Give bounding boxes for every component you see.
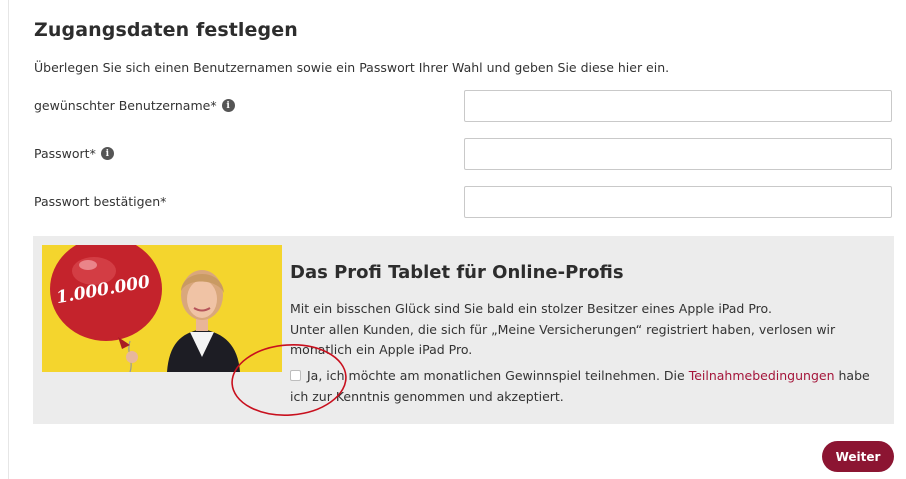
- consent-checkbox[interactable]: [290, 370, 301, 381]
- username-label-row: gewünschter Benutzername* i: [34, 98, 235, 113]
- page-title: Zugangsdaten festlegen: [34, 19, 298, 41]
- page-intro: Überlegen Sie sich einen Benutzernamen s…: [34, 60, 670, 75]
- password-label-row: Passwort* i: [34, 146, 114, 161]
- consent-row: Ja, ich möchte am monatlichen Gewinnspie…: [290, 365, 880, 407]
- confirm-password-label: Passwort bestätigen*: [34, 194, 167, 209]
- promo-box: 1.000.000 Das Profi Tablet für Online-Pr…: [33, 236, 894, 424]
- promo-image: 1.000.000: [42, 245, 282, 372]
- confirm-password-label-row: Passwort bestätigen*: [34, 194, 166, 209]
- next-button[interactable]: Weiter: [822, 441, 894, 472]
- info-icon[interactable]: i: [100, 147, 114, 160]
- page-left-border: [8, 0, 9, 479]
- consent-text-before: Ja, ich möchte am monatlichen Gewinnspie…: [306, 368, 689, 383]
- username-input[interactable]: [464, 90, 892, 122]
- confirm-password-input[interactable]: [464, 186, 892, 218]
- password-label: Passwort*: [34, 146, 96, 161]
- password-input[interactable]: [464, 138, 892, 170]
- terms-link[interactable]: Teilnahmebedingungen: [689, 368, 835, 383]
- promo-title: Das Profi Tablet für Online-Profis: [290, 262, 624, 283]
- promo-line-1: Mit ein bisschen Glück sind Sie bald ein…: [290, 301, 772, 316]
- promo-description: Mit ein bisschen Glück sind Sie bald ein…: [290, 299, 880, 361]
- username-label: gewünschter Benutzername*: [34, 98, 217, 113]
- info-icon[interactable]: i: [221, 99, 235, 112]
- promo-line-2: Unter allen Kunden, die sich für „Meine …: [290, 321, 836, 337]
- promo-line-3: monatlich ein Apple iPad Pro.: [290, 342, 473, 357]
